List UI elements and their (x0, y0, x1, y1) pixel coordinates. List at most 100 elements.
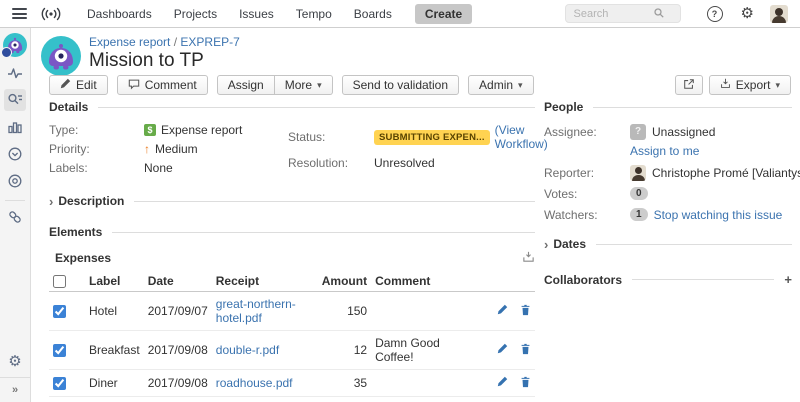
sidebar-settings-gear-icon[interactable]: ⚙ (8, 354, 21, 369)
issue-content: Expense report / EXPREP-7 Mission to TP … (31, 28, 800, 402)
top-navbar: Dashboards Projects Issues Tempo Boards … (0, 0, 800, 28)
pencil-icon (60, 78, 71, 92)
select-all-checkbox[interactable] (53, 275, 66, 288)
reports-chart-icon[interactable] (4, 116, 26, 138)
chevron-right-icon: › (544, 238, 548, 251)
add-collaborator-icon[interactable]: + (784, 272, 792, 287)
settings-gear-icon[interactable]: ⚙ (741, 6, 754, 21)
field-type: Type: $ Expense report (49, 123, 288, 137)
issue-toolbar: Edit Comment Assign More▾ Send to valida… (49, 75, 534, 95)
activity-pulse-icon[interactable] (4, 62, 26, 84)
field-assignee: Assignee: ? Unassigned (544, 123, 792, 140)
field-reporter: Reporter: Christophe Promé [Valiantys] (544, 164, 792, 181)
more-button[interactable]: More▾ (275, 75, 333, 95)
assign-to-me-link[interactable]: Assign to me (630, 144, 699, 158)
details-section-header: Details (49, 100, 535, 114)
nav-item-tempo[interactable]: Tempo (296, 7, 332, 21)
expenses-panel-header: Expenses (49, 250, 535, 266)
priority-medium-icon: ↑ (144, 142, 150, 156)
column-header-label: Label (85, 271, 144, 292)
help-icon[interactable]: ? (707, 6, 723, 22)
row-checkbox[interactable] (53, 377, 66, 390)
sidebar-bottom-divider (0, 377, 30, 378)
unassigned-avatar: ? (630, 124, 646, 140)
nav-item-boards[interactable]: Boards (354, 7, 392, 21)
breadcrumb: Expense report / EXPREP-7 (89, 35, 240, 49)
app-logo-broadcast-icon[interactable] (40, 6, 62, 22)
sidebar-divider (5, 200, 25, 201)
receipt-link[interactable]: double-r.pdf (216, 343, 279, 357)
edit-button[interactable]: Edit (49, 75, 108, 95)
send-to-validation-button[interactable]: Send to validation (342, 75, 459, 95)
project-avatar-small[interactable] (3, 33, 27, 57)
sidebar-expand-icon[interactable]: » (12, 384, 18, 396)
edit-row-pencil-icon[interactable] (497, 304, 508, 318)
search-icon (654, 7, 664, 21)
expenses-tbody: Hotel 2017/09/07 great-northern-hotel.pd… (49, 292, 535, 402)
chevron-down-icon: ▾ (775, 80, 780, 91)
watchers-badge[interactable]: 1 (630, 208, 648, 221)
field-labels: Labels: None (49, 161, 288, 175)
chevron-down-icon: ▾ (518, 80, 523, 91)
project-sidebar: ⚙ » (0, 28, 31, 402)
user-avatar[interactable] (770, 5, 788, 23)
components-target-icon[interactable] (4, 170, 26, 192)
expenses-panel-title: Expenses (55, 251, 111, 265)
search-input[interactable] (572, 7, 654, 21)
edit-row-pencil-icon[interactable] (497, 376, 508, 390)
field-watchers: Watchers: 1 Stop watching this issue (544, 206, 792, 223)
toolbar-right: Export▾ (675, 75, 791, 95)
breadcrumb-issue-link[interactable]: EXPREP-7 (180, 35, 239, 49)
elements-section-header: Elements (49, 225, 535, 239)
receipt-link[interactable]: great-northern-hotel.pdf (216, 297, 296, 325)
breadcrumb-project-link[interactable]: Expense report (89, 35, 170, 49)
row-checkbox[interactable] (53, 305, 66, 318)
hamburger-menu-icon[interactable] (12, 8, 27, 19)
shortcuts-link-icon[interactable] (4, 206, 26, 228)
export-button[interactable]: Export▾ (709, 75, 791, 95)
reporter-avatar (630, 165, 646, 181)
field-status: Status: SUBMITTING EXPEN... (View Workfl… (288, 123, 535, 151)
delete-row-trash-icon[interactable] (520, 304, 531, 319)
create-button[interactable]: Create (415, 4, 472, 24)
edit-row-pencil-icon[interactable] (497, 343, 508, 357)
dates-section-header[interactable]: › Dates (544, 237, 792, 251)
expense-row: Hotel 2017/09/07 great-northern-hotel.pd… (49, 292, 535, 331)
view-workflow-link[interactable]: (View Workflow) (495, 123, 548, 151)
comment-bubble-icon (128, 78, 140, 93)
nav-item-projects[interactable]: Projects (174, 7, 217, 21)
expenses-table: Label Date Receipt Amount Comment Hotel … (49, 271, 535, 402)
column-header-receipt: Receipt (212, 271, 318, 292)
share-button[interactable] (675, 75, 703, 95)
export-table-icon[interactable] (522, 250, 535, 266)
receipt-link[interactable]: roadhouse.pdf (216, 376, 293, 390)
comment-button[interactable]: Comment (117, 75, 208, 95)
search-issues-icon[interactable] (4, 89, 26, 111)
stop-watching-link[interactable]: Stop watching this issue (654, 208, 783, 222)
nav-item-issues[interactable]: Issues (239, 7, 274, 21)
assign-button[interactable]: Assign (217, 75, 275, 95)
column-header-amount: Amount (318, 271, 371, 292)
breadcrumb-separator: / (174, 35, 177, 49)
expense-row: Casino 2017/09/09 one-eyed-jack.pdf 120 … (49, 396, 535, 402)
column-header-date: Date (144, 271, 212, 292)
right-column: People Assignee: ? Unassigned Assign to … (544, 100, 792, 287)
votes-badge[interactable]: 0 (630, 187, 648, 200)
column-header-comment: Comment (371, 271, 484, 292)
left-column: Details Type: $ Expense report Priority:… (49, 100, 535, 402)
releases-clock-icon[interactable] (4, 143, 26, 165)
description-section-header[interactable]: › Description (49, 194, 535, 208)
delete-row-trash-icon[interactable] (520, 343, 531, 358)
details-fields: Type: $ Expense report Priority: ↑ Mediu… (49, 123, 535, 180)
chevron-right-icon: › (49, 195, 53, 208)
expense-type-icon: $ (144, 124, 156, 136)
delete-row-trash-icon[interactable] (520, 376, 531, 391)
page-title: Mission to TP (89, 50, 204, 72)
expense-row: Diner 2017/09/08 roadhouse.pdf 35 (49, 370, 535, 396)
nav-item-dashboards[interactable]: Dashboards (87, 7, 152, 21)
row-checkbox[interactable] (53, 344, 66, 357)
search-box (565, 4, 681, 23)
project-avatar-large (41, 36, 81, 76)
export-download-icon (720, 78, 731, 92)
admin-button[interactable]: Admin▾ (468, 75, 534, 95)
